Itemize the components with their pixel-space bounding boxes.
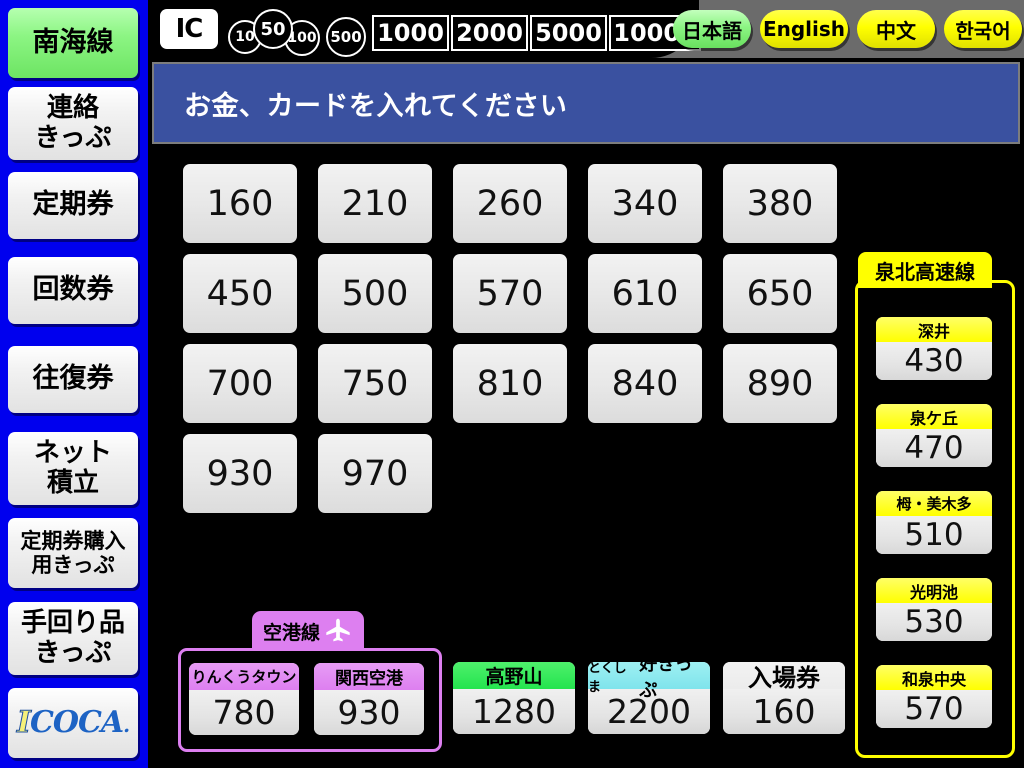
sidebar-item-pass-purchase-ticket[interactable]: 定期券購入 用きっぷ: [8, 518, 138, 588]
station-name: 深井: [876, 317, 992, 342]
sidebar-item-label: 手回り品 きっぷ: [20, 608, 125, 668]
ticket-vending-screen: 南海線 連絡 きっぷ 定期券 回数券 往復券 ネット 積立 定期券購入 用きっぷ…: [0, 0, 1024, 768]
airplane-icon: [323, 617, 353, 645]
station-fare: 510: [876, 516, 992, 554]
station-button-izumi-chuo[interactable]: 和泉中央 570: [876, 665, 992, 728]
special-ticket-tokushima-sukippu[interactable]: とくしま 好きっぷ 2200: [588, 662, 710, 734]
fare-button[interactable]: 930: [183, 434, 297, 513]
fare-button[interactable]: 160: [183, 164, 297, 243]
semboku-line-tab: 泉北高速線: [858, 252, 992, 288]
fare-button[interactable]: 650: [723, 254, 837, 333]
fare-button[interactable]: 500: [318, 254, 432, 333]
language-label: 한국어: [955, 18, 1011, 43]
sidebar-item-label: 南海線: [32, 26, 114, 58]
fare-button[interactable]: 380: [723, 164, 837, 243]
ic-card-icon: IC: [160, 9, 218, 49]
sidebar-item-round-trip-ticket[interactable]: 往復券: [8, 346, 138, 413]
fare-button[interactable]: 970: [318, 434, 432, 513]
top-bar: IC 10 50 100 500 1000 2000 5000 10000 日本…: [148, 0, 1024, 58]
fare-button[interactable]: 210: [318, 164, 432, 243]
station-name: 泉ケ丘: [876, 404, 992, 429]
sidebar-item-label: 往復券: [32, 363, 114, 395]
fare-button[interactable]: 340: [588, 164, 702, 243]
sidebar: 南海線 連絡 きっぷ 定期券 回数券 往復券 ネット 積立 定期券購入 用きっぷ…: [0, 0, 148, 768]
instruction-banner: お金、カードを入れてください: [152, 62, 1020, 144]
semboku-line-panel: 深井 430 泉ケ丘 470 栂・美木多 510 光明池 530 和泉中央 57…: [855, 280, 1015, 758]
fare-button[interactable]: 890: [723, 344, 837, 423]
note-1000-icon: 1000: [372, 15, 449, 51]
airport-line-label: 空港線: [262, 621, 320, 644]
sidebar-item-label: 定期券購入 用きっぷ: [20, 528, 126, 577]
fare-button[interactable]: 810: [453, 344, 567, 423]
station-fare: 430: [876, 342, 992, 380]
language-label: 日本語: [682, 18, 742, 43]
station-name: 和泉中央: [876, 665, 992, 690]
special-ticket-name-prefix: とくしま: [588, 662, 627, 695]
airport-line-tab: 空港線: [252, 611, 364, 651]
station-fare: 470: [876, 429, 992, 467]
special-ticket-fare: 160: [723, 689, 845, 734]
fare-button[interactable]: 700: [183, 344, 297, 423]
station-button-fukai[interactable]: 深井 430: [876, 317, 992, 380]
station-fare: 780: [189, 690, 299, 735]
special-ticket-koyasan[interactable]: 高野山 1280: [453, 662, 575, 734]
special-ticket-name: 入場券: [723, 662, 845, 692]
sidebar-item-label: ネット 積立: [33, 438, 112, 498]
sidebar-item-label: 連絡 きっぷ: [34, 93, 112, 153]
icoca-logo-dot: .: [123, 713, 130, 738]
language-label: 中文: [876, 18, 916, 43]
coin-50-icon: 50: [253, 9, 293, 49]
station-fare: 930: [314, 690, 424, 735]
station-button-toga-mikita[interactable]: 栂・美木多 510: [876, 491, 992, 554]
station-button-rinku-town[interactable]: りんくうタウン 780: [189, 663, 299, 735]
sidebar-item-label: 回数券: [32, 274, 114, 306]
special-ticket-name-group: とくしま 好きっぷ: [588, 662, 710, 701]
sidebar-item-net-savings[interactable]: ネット 積立: [8, 432, 138, 505]
special-ticket-admission[interactable]: 入場券 160: [723, 662, 845, 734]
fare-button[interactable]: 570: [453, 254, 567, 333]
note-2000-icon: 2000: [451, 15, 528, 51]
station-button-kansai-airport[interactable]: 関西空港 930: [314, 663, 424, 735]
language-label: English: [762, 17, 846, 41]
fare-button[interactable]: 260: [453, 164, 567, 243]
language-button-english[interactable]: English: [760, 10, 848, 48]
station-name: りんくうタウン: [189, 663, 299, 690]
icoca-logo: I COCA.: [16, 705, 130, 741]
sidebar-item-commuter-pass[interactable]: 定期券: [8, 172, 138, 239]
fare-button[interactable]: 610: [588, 254, 702, 333]
station-button-izumigaoka[interactable]: 泉ケ丘 470: [876, 404, 992, 467]
special-ticket-fare: 1280: [453, 689, 575, 734]
fare-button[interactable]: 840: [588, 344, 702, 423]
sidebar-item-baggage-ticket[interactable]: 手回り品 きっぷ: [8, 602, 138, 675]
fare-button[interactable]: 750: [318, 344, 432, 423]
language-button-korean[interactable]: 한국어: [944, 10, 1022, 48]
station-fare: 570: [876, 690, 992, 728]
coin-500-icon: 500: [326, 17, 366, 57]
station-name: 栂・美木多: [876, 491, 992, 516]
semboku-line-label: 泉北高速線: [875, 259, 975, 284]
station-name: 光明池: [876, 578, 992, 603]
sidebar-item-coupon-ticket[interactable]: 回数券: [8, 257, 138, 324]
special-ticket-name: 高野山: [453, 662, 575, 689]
station-fare: 530: [876, 603, 992, 641]
station-name: 関西空港: [314, 663, 424, 690]
sidebar-item-icoca[interactable]: I COCA.: [8, 688, 138, 758]
language-button-chinese[interactable]: 中文: [857, 10, 935, 48]
note-5000-icon: 5000: [530, 15, 607, 51]
sidebar-item-connecting-ticket[interactable]: 連絡 きっぷ: [8, 87, 138, 160]
language-button-japanese[interactable]: 日本語: [673, 10, 751, 48]
airport-line-panel: りんくうタウン 780 関西空港 930: [178, 648, 442, 752]
sidebar-item-label: 定期券: [32, 189, 114, 221]
fare-button[interactable]: 450: [183, 254, 297, 333]
icoca-logo-i: I: [16, 705, 31, 741]
station-button-komyoike[interactable]: 光明池 530: [876, 578, 992, 641]
icoca-logo-rest: COCA: [29, 705, 124, 741]
instruction-text: お金、カードを入れてください: [184, 90, 568, 122]
sidebar-item-nankai-line[interactable]: 南海線: [8, 8, 138, 78]
